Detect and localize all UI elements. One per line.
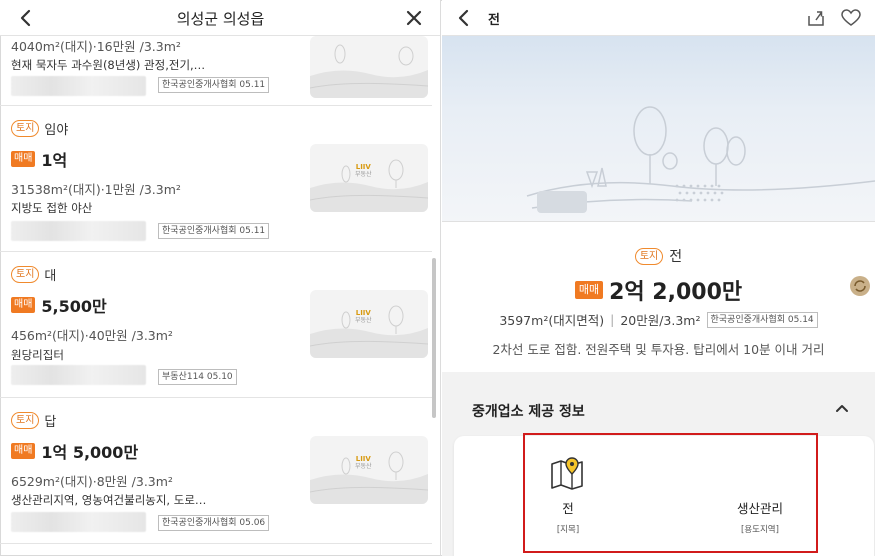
- listing-area: 4040m²(대지)·16만원 /3.3m²: [11, 39, 181, 54]
- refresh-icon[interactable]: [850, 276, 870, 296]
- list-scrollbar[interactable]: [432, 258, 436, 418]
- blurred-agent-info: [11, 221, 146, 241]
- detail-price: 2억 2,000만: [609, 280, 743, 305]
- listing-item[interactable]: 토지 대 매매 5,500만 456m²(대지)·40만원 /3.3m² 원당리…: [0, 252, 432, 398]
- land-tag: 토지: [634, 247, 664, 265]
- listing-type: 답: [44, 415, 57, 430]
- sale-badge: 매매: [574, 281, 604, 299]
- hero-illustration: [442, 36, 875, 222]
- listing-type: 대: [44, 269, 57, 284]
- listing-list[interactable]: 4040m²(대지)·16만원 /3.3m² 현재 묵자두 과수원(8년생) 관…: [0, 36, 432, 556]
- detail-unit-price: 20만원/3.3m²: [620, 313, 701, 328]
- listing-agency: 부동산114 05.10: [158, 369, 237, 385]
- share-icon[interactable]: [804, 6, 828, 30]
- detail-description: 2차선 도로 접함. 전원주택 및 투자용. 탑리에서 10분 이내 거리: [492, 342, 825, 357]
- listing-area: 456m²(대지)·40만원 /3.3m²: [11, 328, 173, 343]
- detail-area: 3597m²(대지면적): [499, 313, 605, 328]
- thumb-brand: LIIV 부동산: [355, 163, 372, 179]
- blurred-agent-info: [11, 512, 146, 532]
- detail-agency: 한국공인중개사협회 05.14: [706, 311, 818, 328]
- brand-logo: LIIV: [355, 455, 371, 463]
- listing-type: 임야: [44, 123, 69, 138]
- broker-info-title: 중개업소 제공 정보: [472, 404, 585, 420]
- back-icon[interactable]: [452, 6, 476, 30]
- listing-desc: 지방도 접한 야산: [11, 201, 93, 215]
- blurred-agent-info: [11, 365, 146, 385]
- listing-item[interactable]: 토지 임야 매매 1억 31538m²(대지)·1만원 /3.3m² 지방도 접…: [0, 106, 432, 252]
- listing-agency: 한국공인중개사협회 05.11: [158, 223, 270, 239]
- chevron-up-icon[interactable]: [830, 396, 854, 420]
- thumb-brand: LIIV 부동산: [355, 455, 372, 471]
- detail-type: 전: [669, 249, 683, 265]
- detail-title: 전: [488, 13, 500, 28]
- listing-price-row: 매매 1억 5,000만: [11, 439, 138, 463]
- listing-agency: 한국공인중개사협회 05.11: [158, 77, 270, 93]
- list-header: 의성군 의성읍: [0, 0, 440, 36]
- sale-badge: 매매: [11, 151, 36, 167]
- listing-item[interactable]: 토지 답 매매 1억 5,000만 6529m²(대지)·8만원 /3.3m² …: [0, 398, 432, 544]
- sale-badge: 매매: [11, 297, 36, 313]
- listing-price-row: 매매 1억: [11, 147, 67, 171]
- listing-price: 5,500만: [41, 297, 107, 316]
- listing-area: 6529m²(대지)·8만원 /3.3m²: [11, 474, 173, 489]
- blurred-agent-info: [11, 76, 146, 96]
- detail-header: 전: [442, 0, 875, 36]
- meta-separator: |: [610, 312, 615, 327]
- listing-price: 1억: [41, 151, 68, 170]
- listing-type-row: 토지 임야: [11, 119, 68, 138]
- highlight-box: [523, 433, 818, 553]
- listing-item[interactable]: 4040m²(대지)·16만원 /3.3m² 현재 묵자두 과수원(8년생) 관…: [0, 36, 432, 106]
- detail-meta-row: 3597m²(대지면적) | 20만원/3.3m² 한국공인중개사협회 05.1…: [442, 310, 875, 329]
- listing-agency: 한국공인중개사협회 05.06: [158, 515, 270, 531]
- listing-desc: 현재 묵자두 과수원(8년생) 관정,전기,…: [11, 58, 206, 72]
- sale-badge: 매매: [11, 443, 36, 459]
- listing-desc: 원당리집터: [11, 348, 64, 362]
- listing-price-row: 매매 5,500만: [11, 293, 107, 317]
- detail-type-row: 토지 전: [442, 246, 875, 266]
- listing-desc: 생산관리지역, 영농여건불리농지, 도로…: [11, 493, 207, 507]
- detail-price-row: 매매 2억 2,000만: [442, 274, 875, 306]
- listing-type-row: 토지 답: [11, 411, 56, 430]
- land-tag: 토지: [11, 266, 40, 283]
- listing-type-row: 토지 대: [11, 265, 56, 284]
- listing-price: 1억 5,000만: [41, 443, 139, 462]
- brand-sub: 부동산: [355, 171, 372, 178]
- brand-logo: LIIV: [355, 309, 371, 317]
- brand-sub: 부동산: [355, 463, 372, 470]
- listing-panel: 의성군 의성읍 4040m²(대지)·16만원 /3.3m² 현재 묵자두 과수…: [0, 0, 441, 556]
- list-title: 의성군 의성읍: [176, 10, 265, 28]
- land-tag: 토지: [11, 412, 40, 429]
- listing-thumbnail: [310, 36, 428, 98]
- close-icon[interactable]: [402, 6, 426, 30]
- brand-logo: LIIV: [355, 163, 371, 171]
- brand-sub: 부동산: [355, 317, 372, 324]
- land-tag: 토지: [11, 120, 40, 137]
- thumb-brand: LIIV 부동산: [355, 309, 372, 325]
- heart-icon[interactable]: [839, 6, 863, 30]
- listing-area: 31538m²(대지)·1만원 /3.3m²: [11, 182, 181, 197]
